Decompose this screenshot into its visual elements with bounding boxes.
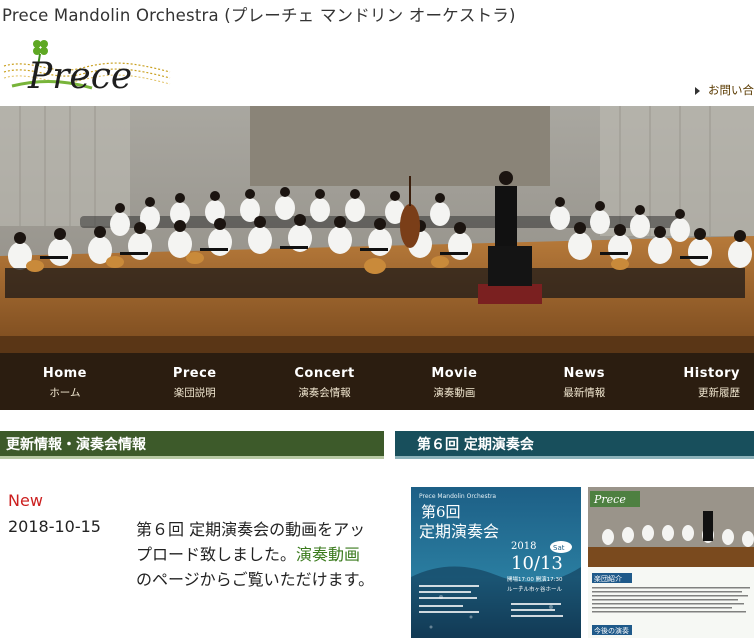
site-logo[interactable]: Prece [2,36,172,98]
nav-prece-sublabel: 楽団説明 [173,387,216,399]
logo-text: Prece [27,56,132,97]
news-text: 第６回 定期演奏会の動画をアップロード致しました。演奏動画のページからご覧いただ… [136,517,376,592]
poster-year: 2018 [511,541,536,552]
nav-concert-label: Concert [294,366,355,381]
poster-times: 開場17:00 開演17:30 [507,575,563,583]
nav-home[interactable]: Home ホーム [0,353,130,410]
arrow-right-icon [695,86,700,95]
nav-history[interactable]: History 更新履歴 [649,353,754,410]
movie-page-link[interactable]: 演奏動画 [296,545,360,564]
poster-title-2: 定期演奏会 [419,522,499,541]
nav-news[interactable]: News 最新情報 [519,353,649,410]
nav-concert-sublabel: 演奏会情報 [298,387,351,399]
news-text-after: のページからご覧いただけます。 [136,570,375,589]
nav-prece[interactable]: Prece 楽団説明 [130,353,260,410]
main-nav: Home ホーム Prece 楽団説明 Concert 演奏会情報 Movie … [0,353,754,410]
news-date: 2018-10-15 [8,517,101,536]
nav-history-sublabel: 更新履歴 [698,387,741,399]
nav-home-sublabel: ホーム [49,387,81,399]
concert-poster[interactable]: Prece Mandolin Orchestra 第6回 定期演奏会 2018 … [411,487,581,638]
nav-news-label: News [563,366,605,381]
nav-news-sublabel: 最新情報 [563,387,606,399]
news-section-heading: 更新情報・演奏会情報 [0,431,384,459]
flyer-bottom-title: 今後の演奏 [594,626,629,635]
flyer-section-title: 楽団紹介 [594,574,622,583]
contact-label: お問い合 [708,83,754,97]
concert-flyer[interactable]: Prece 楽団紹介 今後の演奏 [588,487,754,638]
flyer-logo: Prece [593,493,626,506]
nav-home-label: Home [42,366,87,381]
new-badge: New [8,491,43,510]
poster-org: Prece Mandolin Orchestra [419,493,496,500]
nav-movie[interactable]: Movie 演奏動画 [389,353,519,410]
poster-title-1: 第6回 [421,503,461,521]
poster-venue: ルーテル市ヶ谷ホール [507,585,563,593]
concert-section-heading: 第６回 定期演奏会 [395,431,754,459]
nav-concert[interactable]: Concert 演奏会情報 [260,353,390,410]
poster-date: 10/13 [511,553,563,574]
nav-history-label: History [683,366,741,381]
hero-orchestra-photo [0,106,754,353]
poster-weekday: Sat [553,544,565,552]
contact-link[interactable]: お問い合 [695,82,754,98]
nav-prece-label: Prece [172,366,217,381]
nav-movie-sublabel: 演奏動画 [433,387,476,399]
site-title: Prece Mandolin Orchestra (プレーチェ マンドリン オー… [2,6,516,25]
nav-movie-label: Movie [431,366,478,381]
